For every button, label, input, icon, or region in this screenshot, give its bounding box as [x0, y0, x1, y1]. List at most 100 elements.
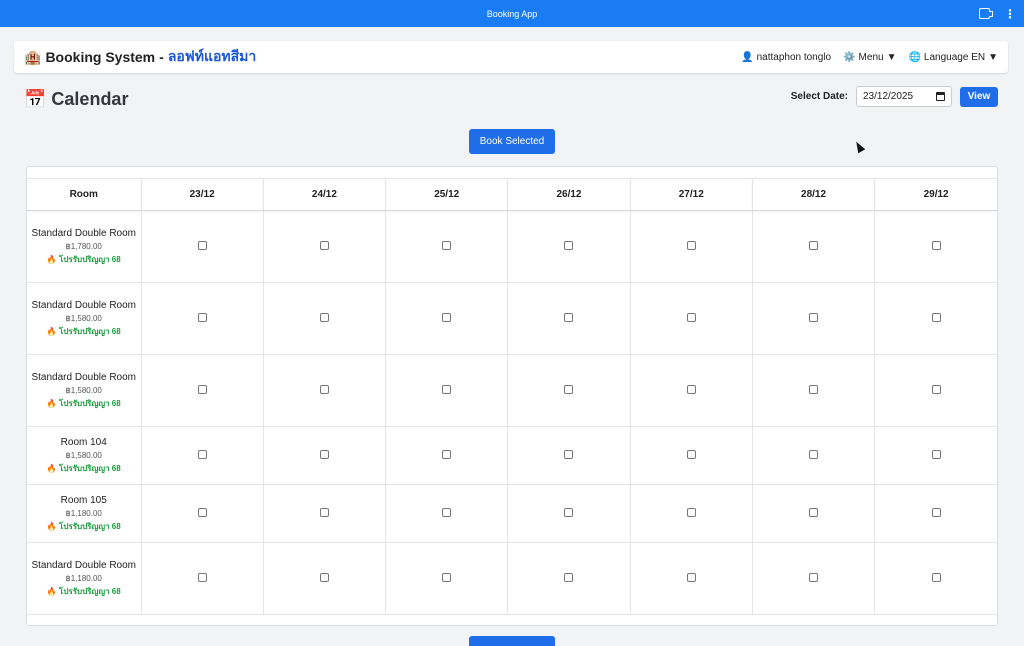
room-row: Standard Double Room ฿1,580.00 🔥 โปรรับปริ… [27, 282, 997, 355]
room-name: Room 104 [60, 436, 107, 448]
booking-checkbox[interactable] [319, 385, 329, 394]
room-price: ฿1,780.00 [65, 241, 102, 251]
room-row: Room 104 ฿1,580.00 🔥 โปรรับปริญญา 68 [27, 426, 997, 485]
caret-down-icon: ▼ [988, 51, 998, 63]
booking-checkbox[interactable] [564, 313, 574, 322]
user-menu[interactable]: 👤 nattaphon tonglo [741, 52, 831, 63]
date-input[interactable]: 23/12/2025 [856, 86, 952, 107]
booking-checkbox[interactable] [319, 573, 329, 582]
booking-checkbox[interactable] [197, 313, 207, 322]
room-cell: Standard Double Room ฿1,580.00 🔥 โปรรับปริ… [27, 354, 142, 427]
date-cell [263, 484, 387, 543]
date-column-header: 26/12 [507, 178, 631, 211]
date-cell [385, 542, 509, 615]
date-column-header: 25/12 [385, 178, 509, 211]
booking-checkbox[interactable] [564, 573, 574, 582]
room-cell: Room 104 ฿1,580.00 🔥 โปรรับปริญญา 68 [27, 426, 142, 485]
booking-checkbox[interactable] [442, 508, 452, 517]
booking-checkbox[interactable] [809, 508, 819, 517]
booking-checkbox[interactable] [686, 385, 696, 394]
booking-checkbox[interactable] [442, 385, 452, 394]
mouse-cursor-icon [852, 139, 866, 154]
brand[interactable]: 🏨 Booking System - ลอฟท์แอทสีมา [24, 46, 256, 68]
room-cell: Standard Double Room ฿1,180.00 🔥 โปรรับปริ… [27, 542, 142, 615]
booking-checkbox[interactable] [931, 450, 941, 459]
fire-icon: 🔥 [46, 398, 57, 408]
user-icon: 👤 [741, 51, 754, 63]
book-selected-button-bottom[interactable] [469, 636, 555, 646]
booking-checkbox[interactable] [564, 450, 574, 459]
fire-icon: 🔥 [46, 463, 57, 473]
date-cell [141, 542, 264, 615]
room-promo: 🔥 โปรรับปริญญา 68 [31, 520, 137, 533]
date-picker-icon[interactable] [936, 92, 945, 101]
booking-checkbox[interactable] [809, 573, 819, 582]
date-selector: Select Date: 23/12/2025 View [791, 86, 998, 107]
room-price: ฿1,180.00 [65, 508, 102, 518]
booking-checkbox[interactable] [686, 450, 696, 459]
room-promo: 🔥 โปรรับปริญญา 68 [31, 397, 137, 410]
booking-checkbox[interactable] [319, 450, 329, 459]
booking-checkbox[interactable] [809, 450, 819, 459]
date-cell [752, 282, 876, 355]
booking-checkbox[interactable] [931, 241, 941, 250]
booking-checkbox[interactable] [319, 508, 329, 517]
room-row: Standard Double Room ฿1,580.00 🔥 โปรรับปริ… [27, 354, 997, 427]
date-cell [385, 426, 509, 485]
date-cell [752, 484, 876, 543]
booking-checkbox[interactable] [564, 241, 574, 250]
booking-checkbox[interactable] [686, 573, 696, 582]
booking-checkbox[interactable] [442, 313, 452, 322]
room-promo: 🔥 โปรรับปริญญา 68 [31, 462, 137, 475]
booking-checkbox[interactable] [686, 508, 696, 517]
booking-checkbox[interactable] [809, 385, 819, 394]
date-cell [507, 282, 631, 355]
date-cell [385, 282, 509, 355]
room-name: Room 105 [60, 494, 107, 506]
view-button[interactable]: View [960, 86, 998, 107]
promo-label: โปรรับปริญญา 68 [59, 326, 121, 336]
language-dropdown[interactable]: 🌐 Language EN ▼ [908, 52, 998, 63]
main-menu-dropdown[interactable]: ⚙️ Menu ▼ [843, 52, 896, 63]
booking-checkbox[interactable] [319, 313, 329, 322]
date-cell [630, 426, 753, 485]
booking-checkbox[interactable] [931, 508, 941, 517]
booking-checkbox[interactable] [564, 508, 574, 517]
booking-checkbox[interactable] [931, 573, 941, 582]
fire-icon: 🔥 [46, 326, 57, 336]
booking-checkbox[interactable] [931, 313, 941, 322]
booking-checkbox[interactable] [197, 573, 207, 582]
room-price: ฿1,580.00 [65, 313, 102, 323]
booking-checkbox[interactable] [197, 241, 207, 250]
branch-name: ลอฟท์แอทสีมา [167, 48, 257, 64]
booking-checkbox[interactable] [809, 241, 819, 250]
promo-label: โปรรับปริญญา 68 [59, 254, 121, 264]
date-value: 23/12/2025 [863, 91, 914, 102]
fire-icon: 🔥 [46, 586, 57, 596]
booking-checkbox[interactable] [197, 508, 207, 517]
booking-checkbox[interactable] [809, 313, 819, 322]
extensions-icon[interactable] [979, 8, 993, 19]
date-column-header: 27/12 [630, 178, 753, 211]
date-cell [752, 354, 876, 427]
booking-checkbox[interactable] [442, 573, 452, 582]
more-options-icon[interactable]: ⋮ [1004, 8, 1016, 20]
booking-checkbox[interactable] [442, 450, 452, 459]
brand-name: Booking System [45, 49, 156, 65]
booking-checkbox[interactable] [564, 385, 574, 394]
booking-checkbox[interactable] [197, 385, 207, 394]
booking-checkbox[interactable] [197, 450, 207, 459]
date-cell [874, 484, 997, 543]
booking-checkbox[interactable] [931, 385, 941, 394]
caret-down-icon: ▼ [886, 51, 897, 63]
book-selected-button[interactable]: Book Selected [469, 129, 555, 154]
booking-checkbox[interactable] [686, 313, 696, 322]
room-cell: Standard Double Room ฿1,580.00 🔥 โปรรับปริ… [27, 282, 142, 355]
room-cell: Room 105 ฿1,180.00 🔥 โปรรับปริญญา 68 [27, 484, 142, 543]
calendar-table: Room 23/12 24/12 25/12 26/12 27/12 28/12 29/12… [26, 166, 998, 626]
booking-checkbox[interactable] [442, 241, 452, 250]
language-label: Language EN [923, 51, 986, 63]
booking-checkbox[interactable] [319, 241, 329, 250]
room-name: Standard Double Room [31, 299, 136, 311]
booking-checkbox[interactable] [686, 241, 696, 250]
